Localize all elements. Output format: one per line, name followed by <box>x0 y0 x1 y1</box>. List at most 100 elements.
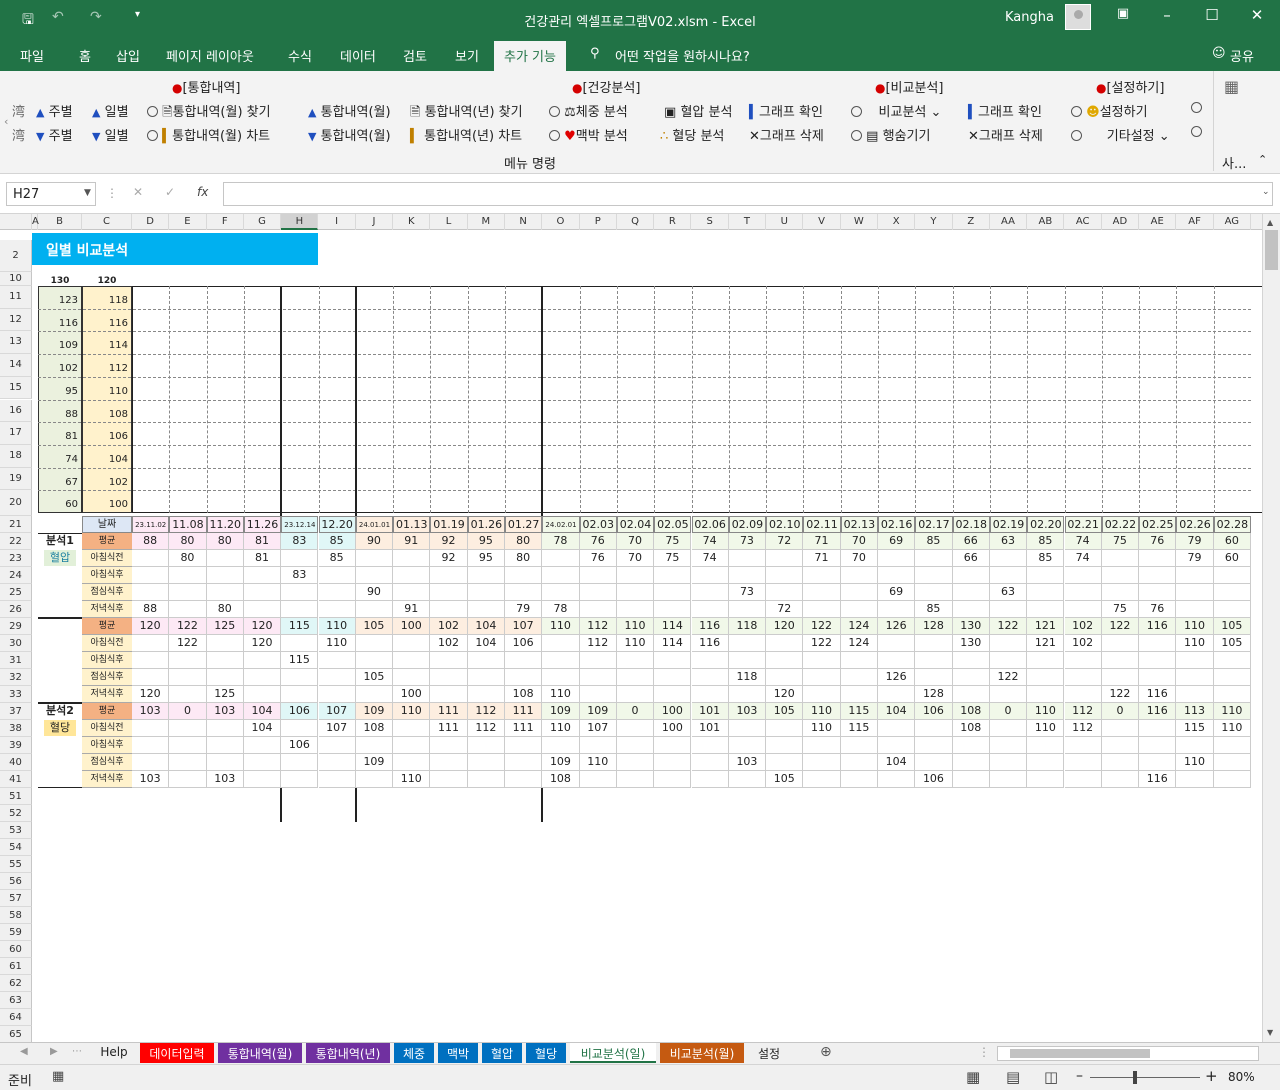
tab-file[interactable]: 파일 <box>20 46 44 65</box>
data-cell[interactable]: 110 <box>1176 754 1214 771</box>
data-cell[interactable] <box>318 754 356 771</box>
column-header[interactable]: AC <box>1065 214 1102 230</box>
row-header[interactable]: 62 <box>0 975 32 992</box>
data-cell[interactable] <box>132 635 170 652</box>
row-header[interactable]: 2 <box>0 240 32 272</box>
sheet-tab[interactable]: Help <box>92 1043 136 1063</box>
data-cell[interactable] <box>766 720 804 737</box>
data-cell[interactable] <box>952 601 990 618</box>
data-cell[interactable] <box>206 550 244 567</box>
data-cell[interactable] <box>616 720 655 737</box>
data-cell[interactable]: 74 <box>691 533 729 550</box>
data-cell[interactable] <box>355 635 394 652</box>
data-cell[interactable]: 124 <box>840 618 878 635</box>
data-cell[interactable] <box>728 737 767 754</box>
bp-analysis-button[interactable]: ▣ 혈압 분석 <box>664 101 732 120</box>
data-cell[interactable]: 101 <box>691 720 729 737</box>
data-cell[interactable]: 71 <box>803 533 841 550</box>
glucose-analysis-button[interactable]: ∴ 혈당 분석 <box>660 125 724 144</box>
add-sheet-button[interactable]: ⊕ <box>820 1044 832 1060</box>
data-cell[interactable]: 100 <box>393 618 431 635</box>
data-cell[interactable] <box>1027 601 1065 618</box>
data-cell[interactable]: 108 <box>505 686 543 703</box>
data-cell[interactable] <box>766 669 804 686</box>
tab-data[interactable]: 데이터 <box>340 46 376 65</box>
data-cell[interactable] <box>243 669 282 686</box>
data-cell[interactable] <box>1101 669 1140 686</box>
data-cell[interactable] <box>1139 550 1177 567</box>
data-cell[interactable]: 112 <box>1064 703 1102 720</box>
worksheet-grid[interactable]: 일별 비교분석 2 10 11 12 13 14 15 16 17 18 19 20 21 22 23 24 2… <box>0 230 1262 1042</box>
data-cell[interactable] <box>467 754 505 771</box>
data-cell[interactable]: 101 <box>691 703 729 720</box>
data-cell[interactable] <box>281 550 319 567</box>
row-header[interactable]: 52 <box>0 805 32 822</box>
data-cell[interactable]: 0 <box>169 703 207 720</box>
data-cell[interactable] <box>542 737 580 754</box>
data-cell[interactable] <box>915 567 953 584</box>
graph-delete2-button[interactable]: ✕그래프 삭제 <box>968 125 1043 144</box>
data-cell[interactable]: 66 <box>952 533 990 550</box>
data-cell[interactable]: 104 <box>467 635 505 652</box>
data-cell[interactable]: 110 <box>803 703 841 720</box>
data-cell[interactable] <box>430 754 468 771</box>
data-cell[interactable]: 72 <box>766 533 804 550</box>
data-cell[interactable] <box>728 720 767 737</box>
column-header[interactable]: D <box>132 214 170 230</box>
data-cell[interactable]: 122 <box>989 618 1028 635</box>
data-cell[interactable]: 90 <box>355 533 394 550</box>
data-cell[interactable] <box>243 754 282 771</box>
data-cell[interactable]: 107 <box>318 720 356 737</box>
data-cell[interactable] <box>206 737 244 754</box>
data-cell[interactable]: 110 <box>1027 720 1065 737</box>
data-cell[interactable] <box>579 669 617 686</box>
data-cell[interactable]: 120 <box>766 686 804 703</box>
data-cell[interactable] <box>766 550 804 567</box>
data-cell[interactable] <box>1064 601 1102 618</box>
data-cell[interactable] <box>915 669 953 686</box>
name-box[interactable]: H27 <box>6 182 96 206</box>
row-header[interactable]: 14 <box>0 354 32 377</box>
data-cell[interactable] <box>393 669 431 686</box>
data-cell[interactable] <box>579 567 617 584</box>
data-cell[interactable] <box>132 567 170 584</box>
row-header[interactable]: 18 <box>0 444 32 468</box>
zoom-level[interactable]: 80% <box>1228 1070 1255 1084</box>
row-header[interactable]: 17 <box>0 422 32 445</box>
data-cell[interactable] <box>132 720 170 737</box>
data-cell[interactable]: 63 <box>989 533 1028 550</box>
data-cell[interactable] <box>355 567 394 584</box>
data-cell[interactable]: 90 <box>355 584 394 601</box>
data-cell[interactable]: 110 <box>616 635 655 652</box>
data-cell[interactable] <box>728 635 767 652</box>
data-cell[interactable] <box>393 550 431 567</box>
data-cell[interactable] <box>355 686 394 703</box>
column-header[interactable]: R <box>654 214 692 230</box>
data-cell[interactable] <box>840 686 878 703</box>
data-cell[interactable]: 75 <box>654 550 692 567</box>
data-cell[interactable] <box>281 601 319 618</box>
data-cell[interactable] <box>989 737 1028 754</box>
row-header[interactable]: 55 <box>0 856 32 873</box>
data-cell[interactable]: 110 <box>1176 618 1214 635</box>
data-cell[interactable] <box>243 601 282 618</box>
row-header[interactable]: 54 <box>0 839 32 856</box>
data-cell[interactable] <box>878 771 916 788</box>
data-cell[interactable]: 76 <box>1139 533 1177 550</box>
row-header[interactable]: 15 <box>0 376 32 400</box>
sheet-tab[interactable]: 혈당 <box>526 1043 566 1063</box>
data-cell[interactable] <box>616 584 655 601</box>
data-cell[interactable]: 102 <box>430 618 468 635</box>
row-header[interactable]: 30 <box>0 635 32 652</box>
data-cell[interactable] <box>579 737 617 754</box>
row-header[interactable]: 38 <box>0 720 32 737</box>
data-cell[interactable] <box>691 737 729 754</box>
data-cell[interactable] <box>1176 771 1214 788</box>
column-header[interactable]: P <box>580 214 617 230</box>
data-cell[interactable] <box>1064 771 1102 788</box>
data-cell[interactable]: 118 <box>728 618 767 635</box>
data-cell[interactable]: 111 <box>430 720 468 737</box>
data-cell[interactable]: 95 <box>467 550 505 567</box>
column-header[interactable]: AD <box>1102 214 1140 230</box>
data-cell[interactable] <box>243 652 282 669</box>
